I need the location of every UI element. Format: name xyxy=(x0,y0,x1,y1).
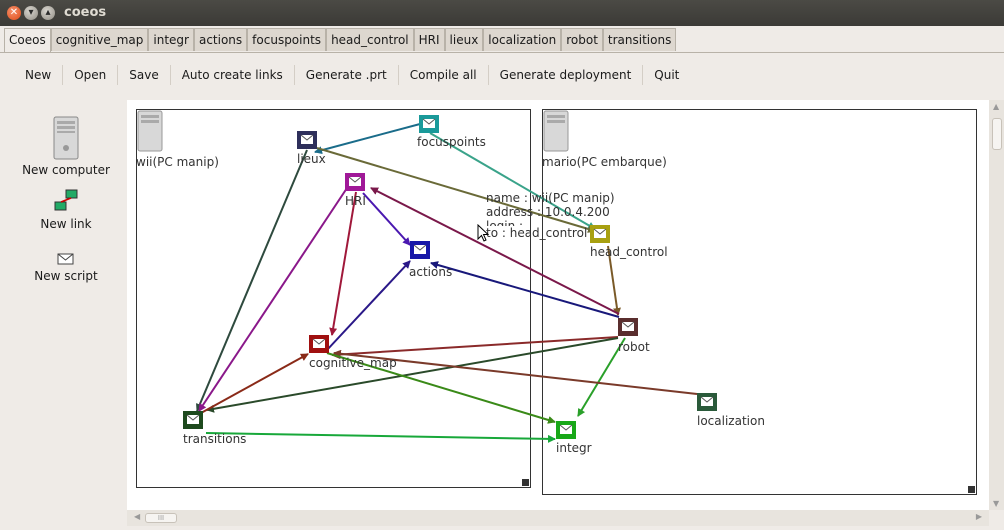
new-script-tool[interactable]: New script xyxy=(16,252,116,283)
link-transitions-integr[interactable] xyxy=(205,432,556,443)
tab-actions[interactable]: actions xyxy=(193,28,248,51)
auto-create-links-button[interactable]: Auto create links xyxy=(171,65,295,85)
envelope-icon xyxy=(57,253,74,265)
window-title: coeos xyxy=(64,5,107,20)
link-icon xyxy=(54,189,78,211)
scroll-up-icon[interactable]: ▲ xyxy=(993,102,999,111)
node-cognitive-map[interactable] xyxy=(309,335,329,353)
link-robot-transitions[interactable] xyxy=(206,337,619,413)
close-icon[interactable]: ✕ xyxy=(7,6,21,20)
mouse-cursor-icon xyxy=(477,224,489,242)
node-hri[interactable] xyxy=(345,173,365,191)
title-bar: ✕ ▾ ▴ coeos xyxy=(0,0,1004,26)
save-button[interactable]: Save xyxy=(118,65,171,85)
node-integr[interactable] xyxy=(556,421,576,439)
link-hri-cognitivemap[interactable] xyxy=(329,191,357,336)
new-link-label: New link xyxy=(40,217,92,231)
maximize-icon[interactable]: ▴ xyxy=(41,6,55,20)
open-button[interactable]: Open xyxy=(63,65,119,85)
tab-cognitive-map[interactable]: cognitive_map xyxy=(50,28,149,51)
tab-bar: Coeos cognitive_map integr actions focus… xyxy=(0,28,677,53)
envelope-icon xyxy=(183,411,203,429)
generate-deployment-button[interactable]: Generate deployment xyxy=(489,65,644,85)
envelope-icon xyxy=(297,131,317,149)
compile-all-button[interactable]: Compile all xyxy=(399,65,489,85)
link-hri-actions[interactable] xyxy=(362,192,411,246)
tab-head-control[interactable]: head_control xyxy=(326,28,414,51)
link-focuspoints-lieux[interactable] xyxy=(314,123,421,155)
toolbar: New Open Save Auto create links Generate… xyxy=(14,63,690,87)
tab-robot[interactable]: robot xyxy=(561,28,603,51)
node-transitions[interactable] xyxy=(183,411,203,429)
node-label-robot: robot xyxy=(618,340,650,354)
scroll-down-icon[interactable]: ▼ xyxy=(993,499,999,508)
new-computer-label: New computer xyxy=(22,163,110,177)
tooltip-to: to : head_control xyxy=(486,226,588,240)
node-label-localization: localization xyxy=(697,414,765,428)
new-button[interactable]: New xyxy=(14,65,64,85)
envelope-icon xyxy=(309,335,329,353)
scroll-left-icon[interactable]: ◀ xyxy=(134,512,140,521)
tooltip-name: name : wii(PC manip) xyxy=(486,191,615,205)
node-label-lieux: lieux xyxy=(297,152,326,166)
minimize-icon[interactable]: ▾ xyxy=(24,6,38,20)
tab-divider xyxy=(0,52,1004,53)
vertical-scrollbar[interactable]: ▲ ▼ xyxy=(989,100,1004,510)
vertical-scroll-thumb[interactable] xyxy=(992,118,1002,150)
node-label-cognitive-map: cognitive_map xyxy=(309,356,397,370)
node-label-focuspoints: focuspoints xyxy=(417,135,486,149)
horizontal-scrollbar[interactable]: ◀ III ▶ xyxy=(127,510,989,526)
envelope-icon xyxy=(697,393,717,411)
node-robot[interactable] xyxy=(618,318,638,336)
node-label-head-control: head_control xyxy=(590,245,668,259)
node-actions[interactable] xyxy=(410,241,430,259)
node-label-integr: integr xyxy=(556,441,592,455)
tab-hri[interactable]: HRI xyxy=(413,28,445,51)
tab-lieux[interactable]: lieux xyxy=(444,28,484,51)
envelope-icon xyxy=(556,421,576,439)
tab-coeos[interactable]: Coeos xyxy=(4,28,51,53)
link-lieux-transitions[interactable] xyxy=(196,149,308,412)
quit-button[interactable]: Quit xyxy=(643,65,690,85)
envelope-icon xyxy=(345,173,365,191)
link-robot-actions[interactable] xyxy=(430,261,620,318)
link-tooltip: name : wii(PC manip) address : 10.0.4.20… xyxy=(486,191,615,240)
node-focuspoints[interactable] xyxy=(419,115,439,133)
link-hri-transitions[interactable] xyxy=(198,184,350,412)
tab-integr[interactable]: integr xyxy=(148,28,194,51)
tab-localization[interactable]: localization xyxy=(483,28,562,51)
horizontal-scroll-thumb[interactable]: III xyxy=(145,513,177,523)
link-cognitivemap-actions[interactable] xyxy=(326,260,411,351)
tab-transitions[interactable]: transitions xyxy=(602,28,677,51)
new-link-tool[interactable]: New link xyxy=(16,188,116,231)
graph-canvas[interactable]: wii(PC manip) mario(PC embarque) lieux f… xyxy=(127,100,989,510)
new-script-label: New script xyxy=(34,269,98,283)
node-label-transitions: transitions xyxy=(183,432,247,446)
computer-icon xyxy=(53,116,79,160)
tooltip-address: address : 10.0.4.200 xyxy=(486,205,610,219)
new-computer-tool[interactable]: New computer xyxy=(16,116,116,177)
scroll-right-icon[interactable]: ▶ xyxy=(976,512,982,521)
node-localization[interactable] xyxy=(697,393,717,411)
tooltip-login: login : xyxy=(486,219,524,226)
node-lieux[interactable] xyxy=(297,131,317,149)
envelope-icon xyxy=(618,318,638,336)
node-label-actions: actions xyxy=(409,265,453,279)
node-label-hri: HRI xyxy=(345,194,366,208)
generate-prt-button[interactable]: Generate .prt xyxy=(295,65,399,85)
envelope-icon xyxy=(410,241,430,259)
envelope-icon xyxy=(419,115,439,133)
tab-focuspoints[interactable]: focuspoints xyxy=(247,28,327,51)
